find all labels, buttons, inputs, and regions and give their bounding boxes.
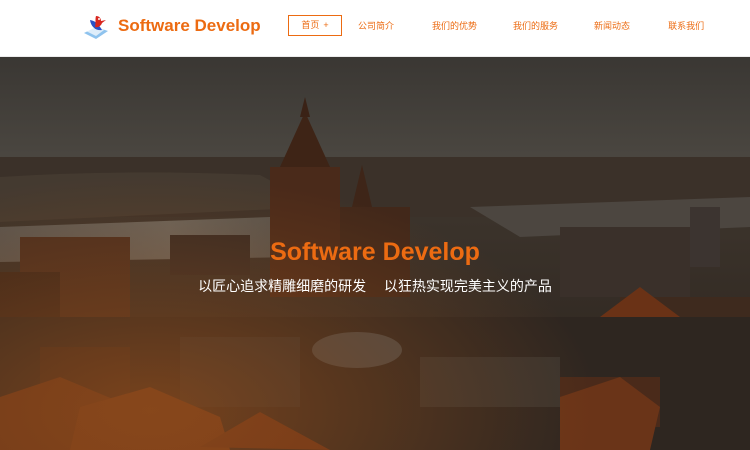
brand-name[interactable]: Software Develop [118, 14, 261, 38]
hero-title: Software Develop [270, 238, 480, 266]
bird-logo-icon[interactable] [82, 11, 110, 41]
hero-subtitle: 以匠心追求精雕细磨的研发 以狂热实现完美主义的产品 [198, 279, 552, 295]
nav-about[interactable]: 公司简介 [358, 15, 394, 37]
nav-services[interactable]: 我们的服务 [513, 15, 558, 37]
nav-contact[interactable]: 联系我们 [668, 15, 704, 37]
nav-news[interactable]: 新闻动态 [594, 15, 630, 37]
main-nav: 首页 + 公司简介 我们的优势 我们的服务 新闻动态 联系我们 [288, 14, 704, 37]
nav-home[interactable]: 首页 + [288, 15, 342, 36]
hero-banner: Software Develop 以匠心追求精雕细磨的研发 以狂热实现完美主义的… [0, 57, 750, 450]
plus-icon: + [323, 20, 329, 30]
nav-home-label: 首页 [301, 20, 320, 30]
nav-advantages[interactable]: 我们的优势 [432, 15, 477, 37]
site-header: Software Develop 首页 + 公司简介 我们的优势 我们的服务 新闻… [0, 0, 750, 57]
